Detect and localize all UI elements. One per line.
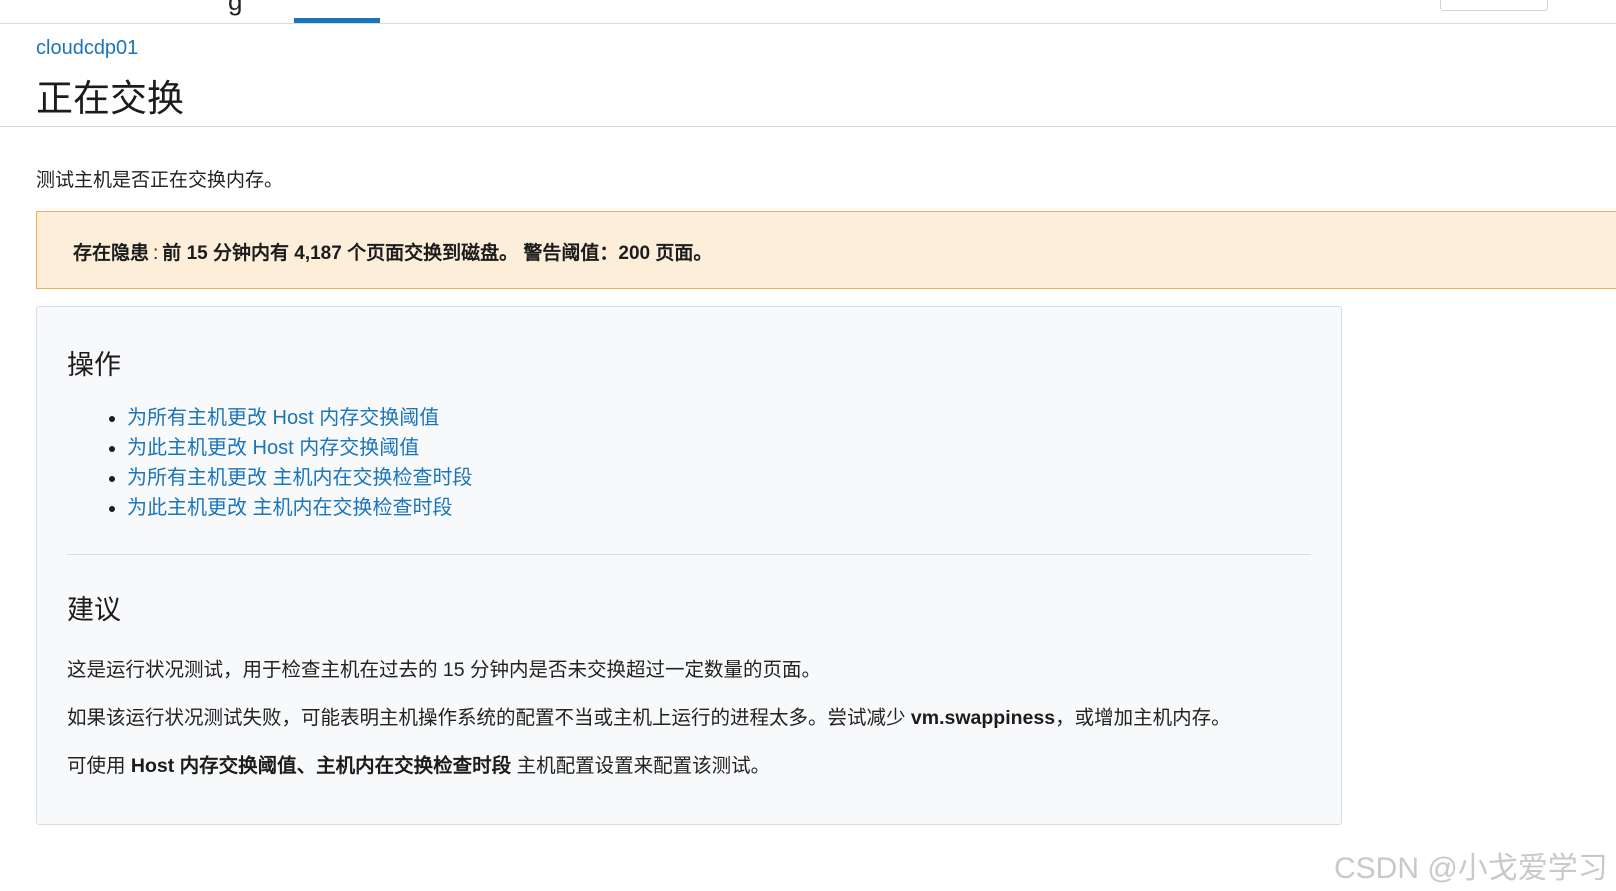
- concern-alert-banner: 存在隐患: 前 15 分钟内有 4,187 个页面交换到磁盘。 警告阈值：200 …: [36, 211, 1616, 289]
- action-link-this-host-swap-window[interactable]: 为此主机更改 主机内在交换检查时段: [127, 497, 453, 519]
- actions-list: 为所有主机更改 Host 内存交换阈值 为此主机更改 Host 内存交换阈值 为…: [67, 403, 473, 523]
- action-link-all-hosts-swap-threshold[interactable]: 为所有主机更改 Host 内存交换阈值: [127, 407, 439, 429]
- action-link-all-hosts-swap-window[interactable]: 为所有主机更改 主机内在交换检查时段: [127, 467, 473, 489]
- advice-p2-prefix: 如果该运行状况测试失败，可能表明主机操作系统的配置不当或主机上运行的进程太多。尝…: [67, 707, 911, 729]
- alert-status-label: 存在隐患: [73, 243, 150, 264]
- advice-p3-prefix: 可使用: [67, 755, 131, 777]
- actions-heading: 操作: [67, 350, 121, 380]
- alert-text: 存在隐患: 前 15 分钟内有 4,187 个页面交换到磁盘。 警告阈值：200 …: [73, 238, 712, 265]
- page-header: cloudcdp01 正在交换: [0, 24, 1616, 127]
- top-right-button[interactable]: [1440, 0, 1548, 11]
- action-item: 为所有主机更改 主机内在交换检查时段: [127, 463, 473, 493]
- advice-heading: 建议: [67, 595, 121, 625]
- section-divider: [67, 554, 1311, 555]
- advice-p2-swappiness: vm.swappiness: [910, 707, 1056, 729]
- test-description: 测试主机是否正在交换内存。: [36, 170, 284, 191]
- advice-p3-suffix: 主机配置设置来配置该测试。: [511, 755, 771, 777]
- advice-paragraph-2: 如果该运行状况测试失败，可能表明主机操作系统的配置不当或主机上运行的进程太多。尝…: [67, 701, 1231, 730]
- action-item: 为此主机更改 主机内在交换检查时段: [127, 493, 473, 523]
- details-panel: 操作 为所有主机更改 Host 内存交换阈值 为此主机更改 Host 内存交换阈…: [36, 306, 1342, 825]
- action-item: 为此主机更改 Host 内存交换阈值: [127, 433, 473, 463]
- active-tab-indicator[interactable]: [294, 18, 380, 23]
- breadcrumb-host-link[interactable]: cloudcdp01: [36, 37, 138, 60]
- alert-separator: :: [153, 243, 159, 264]
- action-link-this-host-swap-threshold[interactable]: 为此主机更改 Host 内存交换阈值: [127, 437, 419, 459]
- alert-message: 前 15 分钟内有 4,187 个页面交换到磁盘。 警告阈值：200 页面。: [162, 243, 713, 264]
- nav-tab-label-fragment[interactable]: g: [228, 0, 242, 17]
- advice-paragraph-1: 这是运行状况测试，用于检查主机在过去的 15 分钟内是否未交换超过一定数量的页面…: [67, 659, 822, 681]
- csdn-watermark: CSDN @小戈爱学习: [1334, 852, 1608, 885]
- action-item: 为所有主机更改 Host 内存交换阈值: [127, 403, 473, 433]
- advice-p2-suffix: ，或增加主机内存。: [1055, 707, 1231, 729]
- advice-p3-settings: Host 内存交换阈值、主机内在交换检查时段: [130, 755, 512, 777]
- top-navigation: g: [0, 0, 1616, 24]
- page-title: 正在交换: [36, 78, 184, 119]
- advice-paragraph-3: 可使用 Host 内存交换阈值、主机内在交换检查时段 主机配置设置来配置该测试。: [67, 749, 770, 778]
